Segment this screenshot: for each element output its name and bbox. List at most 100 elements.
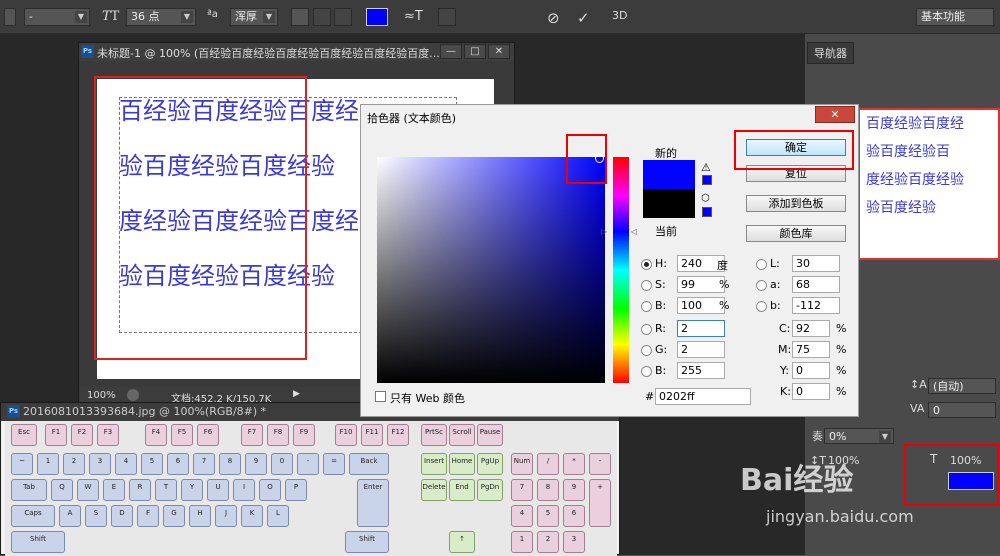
warning-icon[interactable]: ⚠ bbox=[701, 161, 711, 174]
y-input[interactable]: 0 bbox=[792, 362, 830, 379]
r-radio[interactable] bbox=[641, 324, 652, 335]
key: F11 bbox=[361, 424, 383, 446]
keyboard-image-window: Ps 2016081013393684.jpg @ 100%(RGB/8#) *… bbox=[0, 402, 620, 556]
navigator-line: 验百度经验 bbox=[866, 200, 936, 216]
document-title-bar: Ps 未标题-1 @ 100% (百经验百度经验百度经验百度经验百度经验百度..… bbox=[79, 43, 514, 61]
g-input[interactable]: 2 bbox=[677, 341, 725, 358]
highlight-frame bbox=[94, 76, 307, 360]
b-label: B: bbox=[655, 299, 667, 312]
align-center-button[interactable] bbox=[313, 8, 331, 26]
a-label: a: bbox=[770, 278, 781, 291]
watermark: Bai经验 jingyan.baidu.com bbox=[740, 455, 980, 555]
b-input[interactable]: 100 bbox=[677, 297, 725, 314]
font-family-select[interactable] bbox=[4, 8, 16, 26]
key: 7 bbox=[193, 453, 215, 475]
key: W bbox=[77, 479, 99, 501]
slider-arrow-left-icon[interactable]: ▷ bbox=[601, 227, 607, 236]
key: - bbox=[589, 453, 611, 475]
kerning-select[interactable]: 0 bbox=[928, 402, 996, 418]
3d-button[interactable]: 3D bbox=[612, 9, 627, 22]
antialias-select[interactable]: 浑厚 ▼ bbox=[230, 8, 278, 26]
font-size-select[interactable]: 36 点 ▼ bbox=[126, 8, 196, 26]
s-radio[interactable] bbox=[641, 280, 652, 291]
h-radio[interactable] bbox=[641, 259, 652, 270]
tracking-select[interactable]: 0% ▼ bbox=[824, 428, 894, 444]
add-to-swatches-button[interactable]: 添加到色板 bbox=[746, 195, 846, 212]
b2-radio[interactable] bbox=[641, 366, 652, 377]
hex-input[interactable]: 0202ff bbox=[655, 388, 751, 405]
key: A bbox=[59, 505, 81, 527]
key: D bbox=[111, 505, 133, 527]
l-input[interactable]: 30 bbox=[792, 255, 840, 272]
k-input[interactable]: 0 bbox=[792, 383, 830, 400]
text-color-swatch[interactable] bbox=[366, 8, 388, 26]
commit-icon[interactable]: ✓ bbox=[577, 9, 590, 27]
s-input[interactable]: 99 bbox=[677, 276, 725, 293]
blab-radio[interactable] bbox=[756, 301, 767, 312]
slider-arrow-right-icon[interactable]: ◁ bbox=[631, 227, 637, 236]
play-icon[interactable]: ▶ bbox=[293, 389, 300, 399]
l-radio[interactable] bbox=[756, 259, 767, 270]
new-color-label: 新的 bbox=[655, 147, 677, 160]
m-input[interactable]: 75 bbox=[792, 341, 830, 358]
r-input[interactable]: 2 bbox=[677, 320, 725, 337]
g-radio[interactable] bbox=[641, 345, 652, 356]
key: Shift bbox=[11, 531, 65, 553]
b-radio[interactable] bbox=[641, 301, 652, 312]
key: 5 bbox=[537, 505, 559, 527]
web-cube-icon[interactable]: ⬡ bbox=[701, 193, 710, 204]
key: 1 bbox=[37, 453, 59, 475]
cancel-icon[interactable]: ⊘ bbox=[547, 9, 560, 27]
zoom-level[interactable]: 100% bbox=[87, 390, 116, 401]
tab-navigator[interactable]: 导航器 bbox=[807, 42, 854, 64]
close-button[interactable]: ✕ bbox=[815, 106, 855, 123]
r-label: R: bbox=[655, 322, 667, 335]
web-only-checkbox[interactable] bbox=[375, 391, 386, 402]
key: F4 bbox=[145, 424, 167, 446]
key: Back bbox=[349, 453, 389, 475]
antialias-label: a bbox=[211, 9, 218, 20]
navigator-line: 度经验百度经验 bbox=[866, 172, 964, 188]
key: Home bbox=[449, 453, 475, 475]
c-input[interactable]: 92 bbox=[792, 320, 830, 337]
keyboard-image: Esc F1 F2 F3 F4 F5 F6 F7 F8 F9 F10 F11 F… bbox=[5, 421, 617, 556]
c-unit: % bbox=[836, 322, 847, 335]
font-style-select[interactable]: - ▼ bbox=[24, 8, 90, 26]
a-input[interactable]: 68 bbox=[792, 276, 840, 293]
workspace-select[interactable]: 基本功能 bbox=[916, 8, 994, 26]
leading-select[interactable]: (自动) bbox=[928, 378, 996, 394]
b2-input[interactable]: 255 bbox=[677, 362, 725, 379]
current-color-swatch[interactable] bbox=[643, 189, 695, 218]
minimize-button[interactable]: — bbox=[440, 44, 462, 59]
align-right-button[interactable] bbox=[334, 8, 352, 26]
blab-input[interactable]: -112 bbox=[792, 297, 840, 314]
key: 5 bbox=[141, 453, 163, 475]
hue-slider[interactable] bbox=[613, 157, 629, 383]
char-panel-toggle-icon[interactable] bbox=[438, 8, 456, 26]
key: J bbox=[215, 505, 237, 527]
color-field[interactable] bbox=[377, 154, 605, 383]
align-left-button[interactable] bbox=[291, 8, 309, 26]
warp-text-icon[interactable]: ≈T bbox=[404, 9, 423, 24]
status-icon[interactable] bbox=[127, 389, 139, 401]
key: I bbox=[233, 479, 255, 501]
kerning-icon: VA bbox=[910, 402, 925, 415]
navigator-line: 验百度经验百 bbox=[866, 144, 950, 160]
a-radio[interactable] bbox=[756, 280, 767, 291]
document-title: 未标题-1 @ 100% (百经验百度经验百度经验百度经验百度经验百度... bbox=[97, 47, 440, 60]
k-label: K: bbox=[780, 385, 791, 398]
key: PgDn bbox=[477, 479, 503, 501]
key: F10 bbox=[335, 424, 357, 446]
close-button[interactable]: ✕ bbox=[488, 44, 510, 59]
web-swatch[interactable] bbox=[702, 207, 712, 217]
key: F6 bbox=[197, 424, 219, 446]
font-style-value: - bbox=[29, 10, 33, 23]
key: 2 bbox=[63, 453, 85, 475]
maximize-button[interactable]: □ bbox=[464, 44, 486, 59]
key: R bbox=[129, 479, 151, 501]
gamut-swatch[interactable] bbox=[702, 175, 712, 185]
watermark-logo: Bai经验 bbox=[740, 463, 854, 498]
key: End bbox=[449, 479, 475, 501]
blab-label: b: bbox=[770, 299, 781, 312]
color-libraries-button[interactable]: 颜色库 bbox=[746, 225, 846, 242]
